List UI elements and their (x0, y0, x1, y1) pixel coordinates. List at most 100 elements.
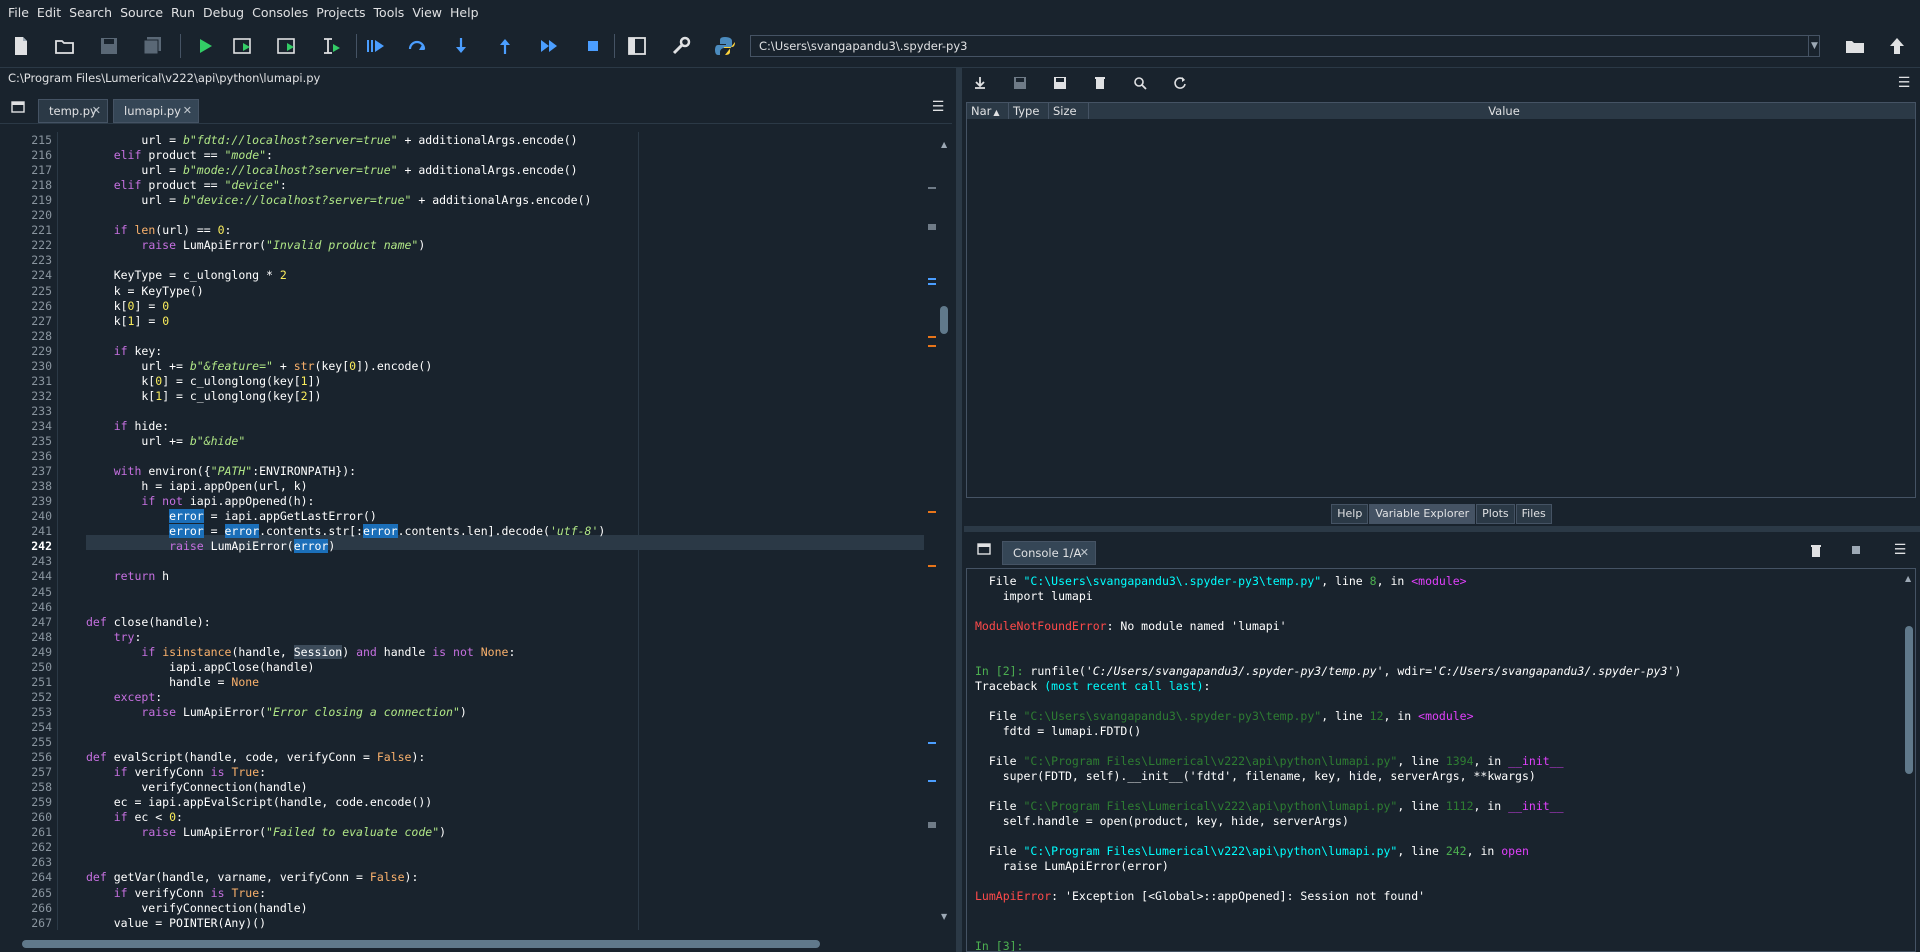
code-line[interactable]: raise LumApiError(error) (86, 539, 335, 554)
console-scroll-thumb[interactable] (1905, 626, 1913, 774)
code-line[interactable]: with environ({"PATH":ENVIRONPATH}): (86, 464, 356, 479)
code-line[interactable]: KeyType = c_ulonglong * 2 (86, 268, 287, 283)
step-into-icon[interactable] (446, 32, 476, 60)
tab-plots[interactable]: Plots (1476, 504, 1515, 524)
browse-tabs-icon[interactable] (8, 98, 28, 116)
run-cell-advance-icon[interactable] (272, 32, 302, 60)
code-line[interactable]: k[1] = c_ulonglong(key[2]) (86, 389, 321, 404)
code-line[interactable]: if key: (86, 344, 162, 359)
code-line[interactable]: elif product == "device": (86, 178, 287, 193)
console-output[interactable]: File "C:\Users\svangapandu3\.spyder-py3\… (966, 568, 1916, 952)
code-line[interactable]: raise LumApiError("Failed to evaluate co… (86, 825, 446, 840)
code-line[interactable]: url += b"&hide" (86, 434, 245, 449)
variable-explorer-options-icon[interactable]: ☰ (1894, 74, 1914, 92)
menu-edit[interactable]: Edit (33, 5, 65, 20)
code-line[interactable]: def close(handle): (86, 615, 211, 630)
save-all-icon[interactable] (138, 32, 168, 60)
right-splitter[interactable] (964, 526, 1920, 532)
browse-directory-icon[interactable] (1840, 32, 1870, 60)
debug-icon[interactable] (360, 32, 390, 60)
close-icon[interactable]: ✕ (92, 100, 101, 122)
code-line[interactable]: if isinstance(handle, Session) and handl… (86, 644, 515, 660)
code-line[interactable]: def evalScript(handle, code, verifyConn … (86, 750, 425, 765)
code-line[interactable]: elif product == "mode": (86, 148, 273, 163)
browse-tabs-icon[interactable] (974, 540, 994, 558)
continue-icon[interactable] (534, 32, 564, 60)
code-line[interactable]: k[1] = 0 (86, 314, 169, 329)
open-file-icon[interactable] (50, 32, 80, 60)
menu-run[interactable]: Run (167, 5, 199, 20)
code-line[interactable]: k[0] = c_ulonglong(key[1]) (86, 374, 321, 389)
code-line[interactable]: ec = iapi.appEvalScript(handle, code.enc… (86, 795, 433, 810)
tab-temp-py[interactable]: temp.py ✕ (38, 99, 108, 123)
console-options-icon[interactable]: ☰ (1890, 541, 1910, 559)
remove-icon[interactable] (1806, 541, 1826, 559)
code-line[interactable]: if not iapi.appOpened(h): (86, 494, 314, 509)
console-scrollbar[interactable]: ▲ (1904, 574, 1914, 950)
save-icon[interactable] (94, 32, 124, 60)
code-line[interactable]: if verifyConn is True: (86, 765, 266, 780)
stop-debug-icon[interactable] (578, 32, 608, 60)
column-type[interactable]: Type (1009, 103, 1049, 119)
editor-scroll-thumb[interactable] (940, 306, 948, 334)
close-icon[interactable]: ✕ (183, 100, 192, 122)
code-line[interactable]: h = iapi.appOpen(url, k) (86, 479, 307, 494)
remove-all-icon[interactable] (1090, 74, 1110, 92)
code-line[interactable]: return h (86, 569, 169, 584)
code-editor[interactable]: 215 216 217 218 219 220 221 222 223 224 225 226 227 2… (0, 132, 930, 930)
menu-source[interactable]: Source (116, 5, 167, 20)
new-file-icon[interactable] (6, 32, 36, 60)
code-line[interactable]: verifyConnection(handle) (86, 901, 307, 916)
save-data-icon[interactable] (1010, 74, 1030, 92)
code-line[interactable]: k = KeyType() (86, 284, 204, 299)
editor-options-icon[interactable]: ☰ (928, 98, 948, 116)
tab-files[interactable]: Files (1515, 504, 1552, 524)
code-line[interactable]: handle = None (86, 675, 259, 690)
menu-search[interactable]: Search (65, 5, 116, 20)
code-line[interactable]: try: (86, 630, 142, 645)
menu-tools[interactable]: Tools (370, 5, 409, 20)
save-data-as-icon[interactable] (1050, 74, 1070, 92)
variable-table[interactable]: Nar ▲ Type Size Value (966, 102, 1916, 498)
chevron-down-icon[interactable]: ▼ (1808, 36, 1820, 56)
column-value[interactable]: Value (1089, 103, 1915, 119)
run-icon[interactable] (190, 32, 220, 60)
column-size[interactable]: Size (1049, 103, 1089, 119)
interrupt-kernel-icon[interactable] (1846, 541, 1866, 559)
code-line[interactable]: url = b"device://localhost?server=true" … (86, 193, 591, 208)
preferences-icon[interactable] (666, 32, 696, 60)
code-line[interactable]: url = b"fdtd://localhost?server=true" + … (86, 133, 577, 148)
menu-debug[interactable]: Debug (199, 5, 248, 20)
maximize-pane-icon[interactable] (622, 32, 652, 60)
code-line[interactable]: verifyConnection(handle) (86, 780, 307, 795)
main-splitter[interactable] (956, 68, 962, 952)
menu-view[interactable]: View (408, 5, 446, 20)
tab-variable-explorer[interactable]: Variable Explorer (1369, 504, 1476, 524)
code-line[interactable]: error = error.contents.str[:error.conten… (86, 524, 605, 539)
tab-lumapi-py[interactable]: lumapi.py ✕ (113, 99, 199, 123)
code-line[interactable]: if hide: (86, 419, 169, 434)
step-return-icon[interactable] (490, 32, 520, 60)
working-directory-combo[interactable]: C:\Users\svangapandu3\.spyder-py3 (750, 35, 1820, 57)
code-line[interactable]: except: (86, 690, 162, 705)
search-icon[interactable] (1130, 74, 1150, 92)
code-line[interactable]: url += b"&feature=" + str(key[0]).encode… (86, 359, 432, 374)
menu-file[interactable]: File (4, 5, 33, 20)
code-line[interactable]: if verifyConn is True: (86, 886, 266, 901)
code-line[interactable]: def getVar(handle, varname, verifyConn =… (86, 870, 418, 885)
step-over-icon[interactable] (402, 32, 432, 60)
code-line[interactable]: iapi.appClose(handle) (86, 660, 314, 675)
column-name[interactable]: Nar ▲ (967, 103, 1009, 119)
close-icon[interactable]: ✕ (1080, 542, 1089, 564)
run-selection-icon[interactable] (316, 32, 346, 60)
code-line[interactable]: url = b"mode://localhost?server=true" + … (86, 163, 577, 178)
code-line[interactable]: if len(url) == 0: (86, 223, 232, 238)
code-line[interactable]: k[0] = 0 (86, 299, 169, 314)
parent-directory-icon[interactable] (1882, 32, 1912, 60)
code-line[interactable]: raise LumApiError("Error closing a conne… (86, 705, 466, 720)
refresh-icon[interactable] (1170, 74, 1190, 92)
code-line[interactable]: raise LumApiError("Invalid product name"… (86, 238, 425, 253)
import-data-icon[interactable] (970, 74, 990, 92)
run-cell-icon[interactable] (228, 32, 258, 60)
menu-help[interactable]: Help (446, 5, 483, 20)
